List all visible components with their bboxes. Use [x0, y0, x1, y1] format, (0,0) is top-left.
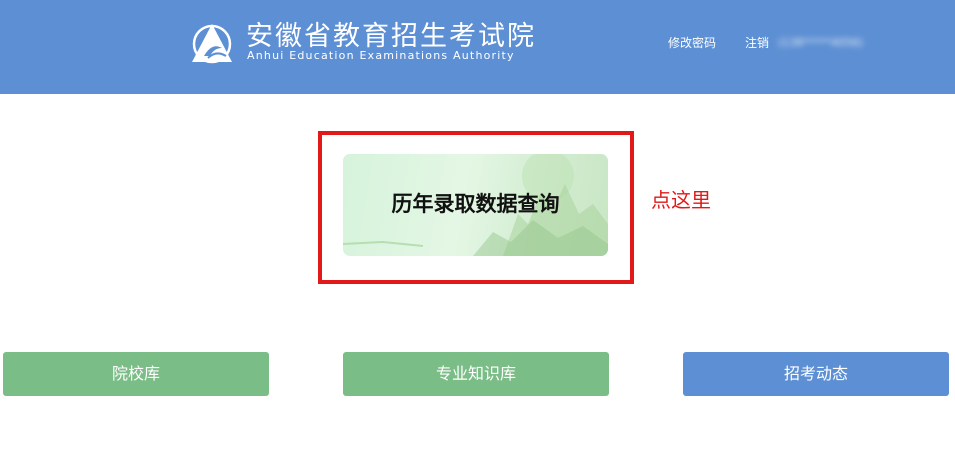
change-password-link[interactable]: 修改密码	[668, 36, 716, 50]
org-name-en: Anhui Education Examinations Authority	[247, 49, 515, 62]
top-header: 安徽省教育招生考试院 Anhui Education Examinations …	[0, 0, 955, 94]
colleges-button[interactable]: 院校库	[3, 352, 269, 396]
admission-data-query-card[interactable]: 历年录取数据查询	[343, 154, 608, 256]
org-name-cn: 安徽省教育招生考试院	[246, 21, 536, 52]
logout-link[interactable]: 注销	[745, 36, 769, 50]
triangle-logo-icon	[192, 24, 232, 64]
masked-username: (138*****4056)	[778, 36, 864, 49]
majors-knowledge-button[interactable]: 专业知识库	[343, 352, 609, 396]
click-here-annotation: 点这里	[651, 188, 711, 212]
exam-news-button[interactable]: 招考动态	[683, 352, 949, 396]
card-title: 历年录取数据查询	[391, 192, 560, 216]
